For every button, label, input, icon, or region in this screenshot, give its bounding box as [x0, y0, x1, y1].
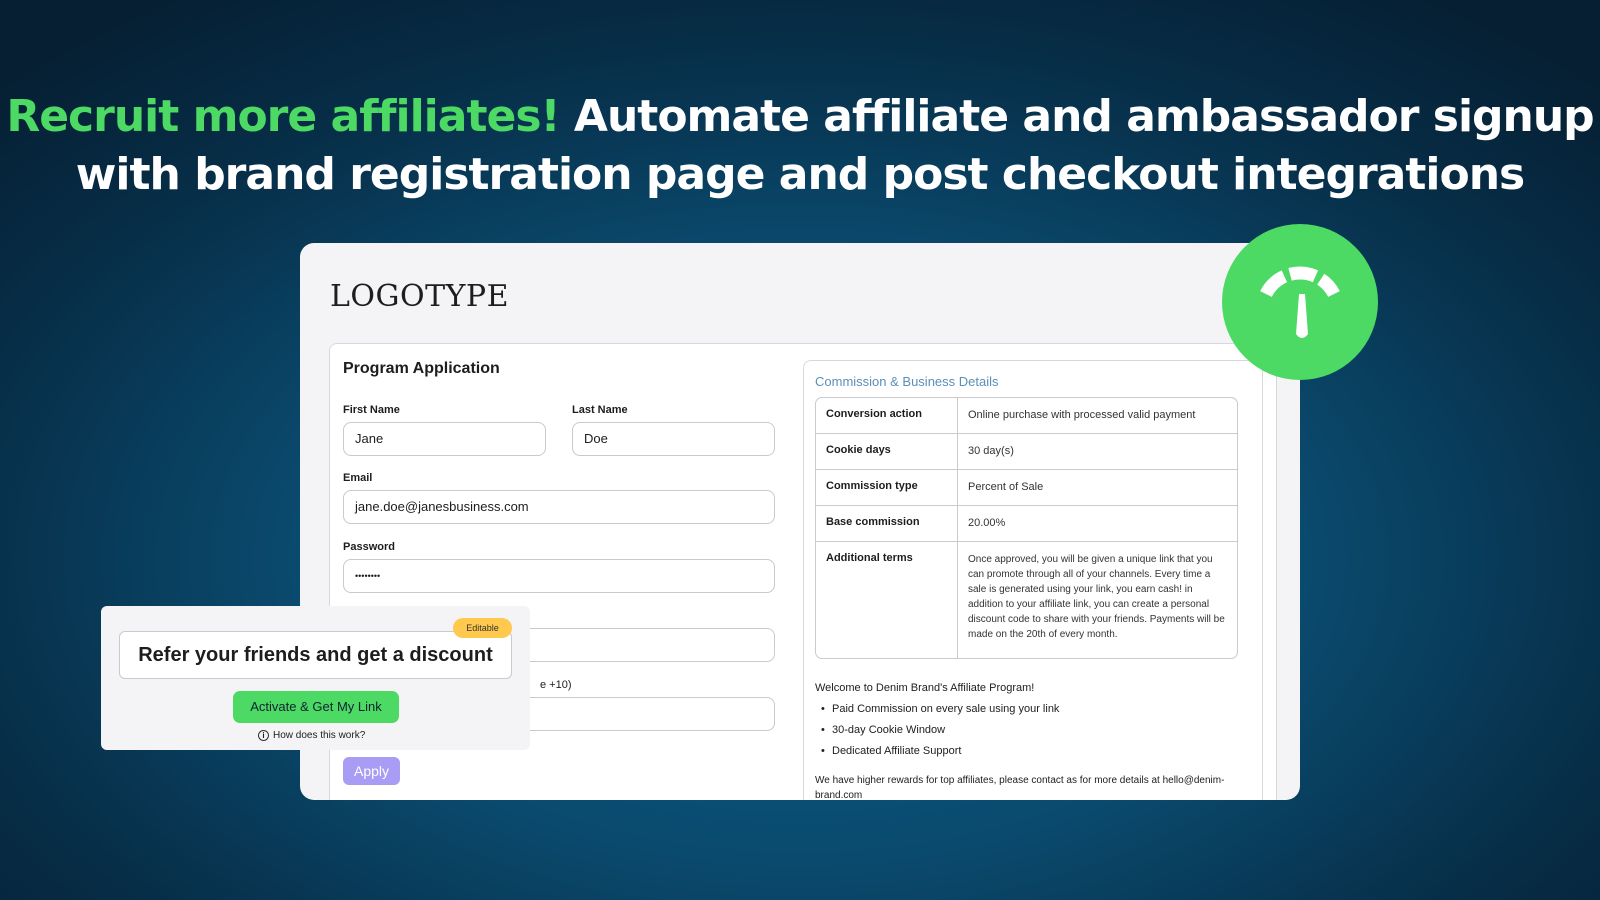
refer-text-field[interactable]: Refer your friends and get a discount	[119, 631, 512, 679]
row-value: Once approved, you will be given a uniqu…	[968, 554, 1225, 640]
row-value: Percent of Sale	[968, 481, 1044, 493]
password-label: Password	[343, 541, 395, 553]
headline-highlight: Recruit more affiliates!	[6, 91, 560, 142]
email-input[interactable]: jane.doe@janesbusiness.com	[343, 490, 775, 524]
row-value: Online purchase with processed valid pay…	[968, 409, 1196, 421]
headline-line-1: Recruit more affiliates! Automate affili…	[0, 88, 1600, 146]
row-key: Base commission	[816, 506, 958, 541]
row-key: Conversion action	[816, 398, 958, 433]
editable-badge: Editable	[453, 618, 512, 638]
form-title: Program Application	[343, 360, 500, 377]
email-label: Email	[343, 472, 373, 484]
last-name-input[interactable]: Doe	[572, 422, 775, 456]
details-title: Commission & Business Details	[815, 374, 999, 389]
info-icon: i	[258, 730, 269, 741]
benefit-list: Paid Commission on every sale using your…	[815, 699, 1255, 762]
details-table: Conversion action Online purchase with p…	[815, 397, 1238, 659]
row-key: Additional terms	[816, 542, 958, 658]
gauge-icon	[1222, 224, 1378, 380]
how-it-works-link[interactable]: i How does this work?	[258, 730, 365, 741]
contact-text: We have higher rewards for top affiliate…	[815, 775, 1225, 800]
table-row: Conversion action Online purchase with p…	[816, 398, 1237, 434]
first-name-label: First Name	[343, 404, 400, 416]
partial-field-label: e +10)	[540, 679, 572, 691]
list-item: 30-day Cookie Window	[815, 720, 1255, 741]
brand-logotype: LOGOTYPE	[330, 279, 509, 314]
table-row: Base commission 20.00%	[816, 506, 1237, 542]
refer-widget: Refer your friends and get a discount Ed…	[101, 606, 530, 750]
table-row: Additional terms Once approved, you will…	[816, 542, 1237, 658]
row-value: 20.00%	[968, 517, 1006, 529]
how-it-works-text: How does this work?	[273, 730, 366, 741]
password-input[interactable]: ••••••••	[343, 559, 775, 593]
list-item: Dedicated Affiliate Support	[815, 741, 1255, 762]
first-name-input[interactable]: Jane	[343, 422, 546, 456]
row-key: Cookie days	[816, 434, 958, 469]
headline: Recruit more affiliates! Automate affili…	[0, 88, 1600, 204]
headline-line-2: with brand registration page and post ch…	[75, 149, 1525, 200]
activate-get-link-button[interactable]: Activate & Get My Link	[233, 691, 399, 723]
welcome-text: Welcome to Denim Brand's Affiliate Progr…	[815, 682, 1035, 694]
apply-button[interactable]: Apply	[343, 757, 400, 785]
row-key: Commission type	[816, 470, 958, 505]
row-value: 30 day(s)	[968, 445, 1014, 457]
last-name-label: Last Name	[572, 404, 628, 416]
table-row: Cookie days 30 day(s)	[816, 434, 1237, 470]
welcome-block: Welcome to Denim Brand's Affiliate Progr…	[815, 678, 1255, 762]
table-row: Commission type Percent of Sale	[816, 470, 1237, 506]
commission-details-panel: Commission & Business Details Conversion…	[803, 360, 1263, 800]
list-item: Paid Commission on every sale using your…	[815, 699, 1255, 720]
headline-rest: Automate affiliate and ambassador signup	[573, 91, 1595, 142]
